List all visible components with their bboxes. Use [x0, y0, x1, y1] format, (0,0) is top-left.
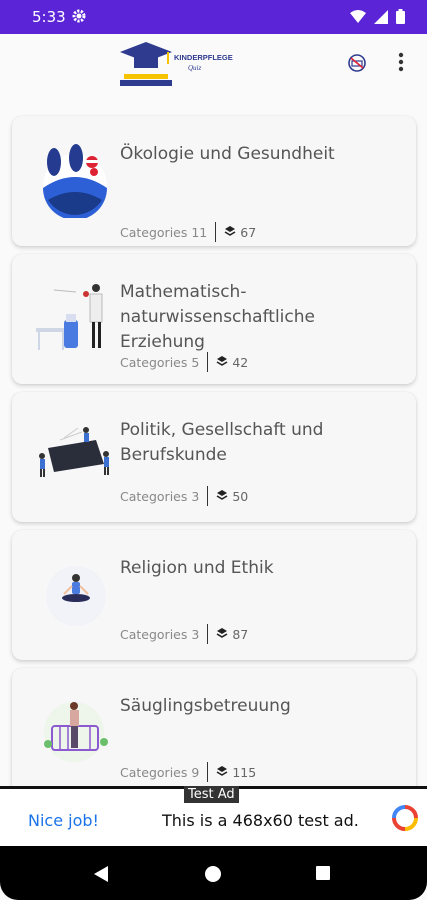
subject-meta: Categories 11 67: [120, 222, 256, 242]
question-count: 67: [240, 224, 257, 240]
thumb-science: [34, 278, 116, 360]
subject-meta: Categories 9 115: [120, 762, 256, 782]
categories-count: Categories 9: [120, 764, 200, 780]
status-bar: 5:33: [0, 0, 427, 34]
subject-title: Mathematisch-naturwissenschaftliche Erzi…: [120, 282, 315, 352]
no-ads-icon[interactable]: [346, 52, 368, 79]
more-vert-icon[interactable]: [398, 52, 404, 77]
subject-title: Politik, Gesellschaft und Berufskunde: [120, 420, 324, 465]
subject-card-oekologie[interactable]: Ökologie und Gesundheit Categories 11 67: [12, 116, 416, 246]
layers-icon: [216, 765, 228, 780]
categories-count: Categories 5: [120, 354, 200, 370]
app-logo: KINDERPFLEGE Quiz: [116, 38, 236, 90]
subject-card-saeugling[interactable]: Säuglingsbetreuung Categories 9 115: [12, 668, 416, 798]
thumb-religion: [34, 552, 116, 634]
ad-text: This is a 468x60 test ad.: [162, 811, 359, 830]
divider: [215, 222, 217, 242]
subject-title: Ökologie und Gesundheit: [120, 144, 335, 164]
divider: [207, 486, 209, 506]
thumb-politics: [34, 414, 116, 496]
question-count: 50: [232, 488, 249, 504]
app-bar: KINDERPFLEGE Quiz: [0, 34, 427, 94]
question-count: 115: [232, 764, 257, 780]
divider: [207, 762, 209, 782]
layers-icon: [216, 627, 228, 642]
layers-icon: [216, 489, 228, 504]
wifi-icon: [350, 9, 366, 29]
question-count: 87: [232, 626, 249, 642]
thumb-ecology: [34, 136, 116, 220]
status-time: 5:33: [32, 8, 66, 26]
divider: [207, 352, 209, 372]
question-count: 42: [232, 354, 249, 370]
categories-count: Categories 3: [120, 488, 200, 504]
layers-icon: [224, 225, 236, 240]
subject-title: Säuglingsbetreuung: [120, 696, 291, 716]
categories-count: Categories 11: [120, 224, 208, 240]
ad-cta[interactable]: Nice job!: [28, 811, 99, 830]
subject-meta: Categories 3 50: [120, 486, 248, 506]
battery-icon: [396, 9, 405, 29]
system-nav-bar: [0, 846, 427, 900]
subject-card-politik[interactable]: Politik, Gesellschaft und Berufskunde Ca…: [12, 392, 416, 522]
subject-card-mathematik[interactable]: Mathematisch-naturwissenschaftliche Erzi…: [12, 254, 416, 384]
subject-title: Religion und Ethik: [120, 558, 274, 578]
layers-icon: [216, 355, 228, 370]
subject-meta: Categories 5 42: [120, 352, 248, 372]
ad-choices-icon[interactable]: [392, 805, 418, 836]
subject-card-religion[interactable]: Religion und Ethik Categories 3 87: [12, 530, 416, 660]
divider: [207, 624, 209, 644]
categories-count: Categories 3: [120, 626, 200, 642]
ad-label: Test Ad: [184, 786, 239, 803]
logo-text-1: KINDERPFLEGE: [174, 53, 233, 62]
back-icon[interactable]: [94, 866, 108, 887]
subject-meta: Categories 3 87: [120, 624, 248, 644]
recents-icon[interactable]: [316, 866, 330, 885]
home-icon[interactable]: [205, 866, 221, 887]
thumb-baby-care: [34, 690, 116, 772]
signal-icon: [374, 9, 388, 29]
logo-text-2: Quiz: [188, 64, 202, 72]
gear-icon: [72, 9, 86, 28]
ad-banner[interactable]: Test Ad Nice job! This is a 468x60 test …: [0, 786, 427, 846]
